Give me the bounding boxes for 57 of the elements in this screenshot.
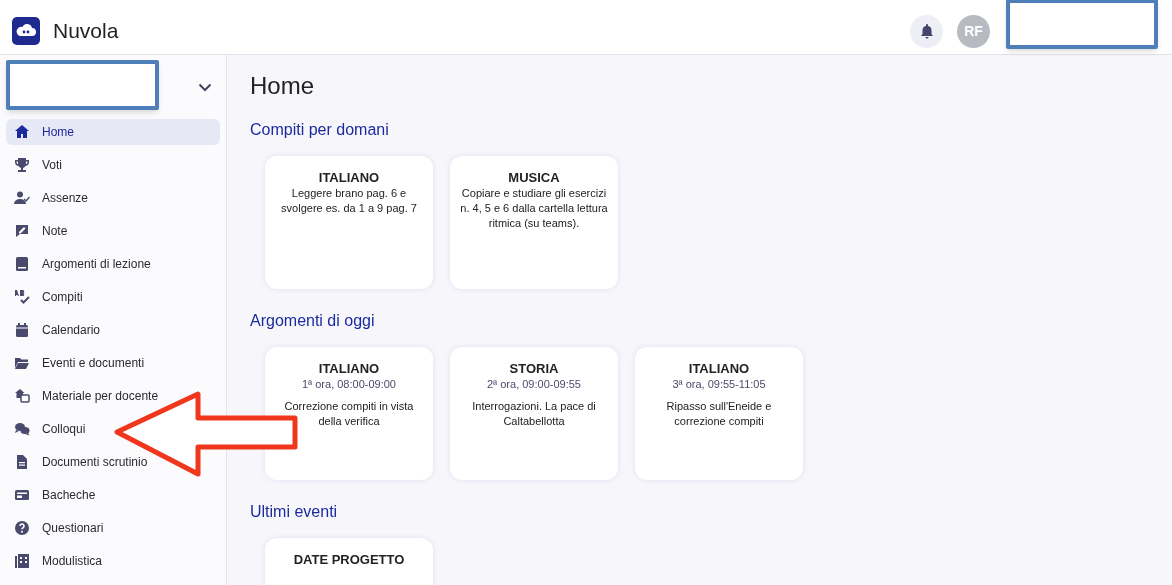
card[interactable]: ITALIANO Leggere brano pag. 6 e svolgere es. da 1 a 9 pag. 7 [265, 156, 433, 289]
house-box-icon [14, 388, 30, 404]
card-time: 1ª ora, 08:00-09:00 [302, 377, 396, 392]
card-time: 3ª ora, 09:55-11:05 [672, 377, 766, 392]
sidebar-item[interactable]: Note [6, 218, 72, 244]
note-icon [14, 223, 30, 239]
card-subject: DATE PROGETTO [293, 552, 405, 568]
section-title: Argomenti di oggi [250, 311, 376, 331]
building-icon [14, 553, 30, 569]
sidebar-item[interactable]: Documenti scrutinio [6, 449, 152, 475]
sidebar-item[interactable]: Voti [6, 152, 66, 178]
chat-icon [14, 421, 30, 437]
card-text: Correzione compiti in vista della verifica [283, 399, 415, 429]
card[interactable]: STORIA 2ª ora, 09:00-09:55 Interrogazioni. La pace di Caltabellotta [450, 347, 618, 480]
sidebar-item[interactable]: Home [6, 119, 220, 145]
sidebar-item[interactable]: Bacheche [6, 482, 100, 508]
card-subject: STORIA [509, 361, 559, 377]
card-time: 2ª ora, 09:00-09:55 [487, 377, 581, 392]
sidebar-item[interactable]: Calendario [6, 317, 105, 343]
sidebar-item[interactable]: Argomenti di lezione [6, 251, 155, 277]
cloud-logo-icon [12, 17, 40, 45]
chevron-down-icon[interactable] [198, 82, 212, 92]
sidebar-item[interactable]: Questionari [6, 515, 108, 541]
bell-icon [919, 23, 934, 39]
section-title: Ultimi eventi [250, 502, 339, 522]
card[interactable]: ITALIANO 1ª ora, 08:00-09:00 Correzione compiti in vista della verifica [265, 347, 433, 480]
document-icon [14, 454, 30, 470]
section-title: Compiti per domani [250, 120, 390, 140]
app-name: Nuvola [53, 18, 119, 45]
card-subject: ITALIANO [318, 361, 380, 377]
card-text: Ripasso sull'Eneide e correzione compiti [665, 399, 773, 429]
card-subject: ITALIANO [318, 170, 380, 186]
sidebar-item[interactable]: Assenze [6, 185, 93, 211]
folder-icon [14, 355, 30, 371]
book-icon [14, 256, 30, 272]
card-subject: MUSICA [508, 170, 560, 186]
calendar-icon [14, 322, 30, 338]
sidebar-item[interactable]: Materiale per docente [6, 383, 163, 409]
sidebar-item[interactable]: Modulistica [6, 548, 107, 574]
sidebar-item[interactable]: Compiti [6, 284, 87, 310]
sidebar-item[interactable]: Eventi e documenti [6, 350, 149, 376]
question-icon [14, 520, 30, 536]
user-check-icon [14, 190, 30, 206]
card[interactable]: ITALIANO 3ª ora, 09:55-11:05 Ripasso sull'Eneide e correzione compiti [635, 347, 803, 480]
card[interactable]: MUSICA Copiare e studiare gli esercizi n. 4, 5 e 6 dalla cartella lettura ritmica (su teams). [450, 156, 618, 289]
card-text: Leggere brano pag. 6 e svolgere es. da 1 a 9 pag. 7 [280, 186, 418, 216]
trophy-icon [14, 157, 30, 173]
card-subject: ITALIANO [688, 361, 750, 377]
sidebar-item[interactable]: Colloqui [6, 416, 90, 442]
card-text: Copiare e studiare gli esercizi n. 4, 5 e 6 dalla cartella lettura ritmica (su teams). [459, 186, 609, 231]
notifications-button[interactable] [910, 14, 943, 48]
board-icon [14, 487, 30, 503]
spellcheck-icon [14, 289, 30, 305]
card-text: Interrogazioni. La pace di Caltabellotta [471, 399, 597, 429]
card[interactable]: DATE PROGETTO [265, 538, 433, 585]
page-title: Home [250, 71, 316, 101]
home-icon [14, 124, 30, 140]
